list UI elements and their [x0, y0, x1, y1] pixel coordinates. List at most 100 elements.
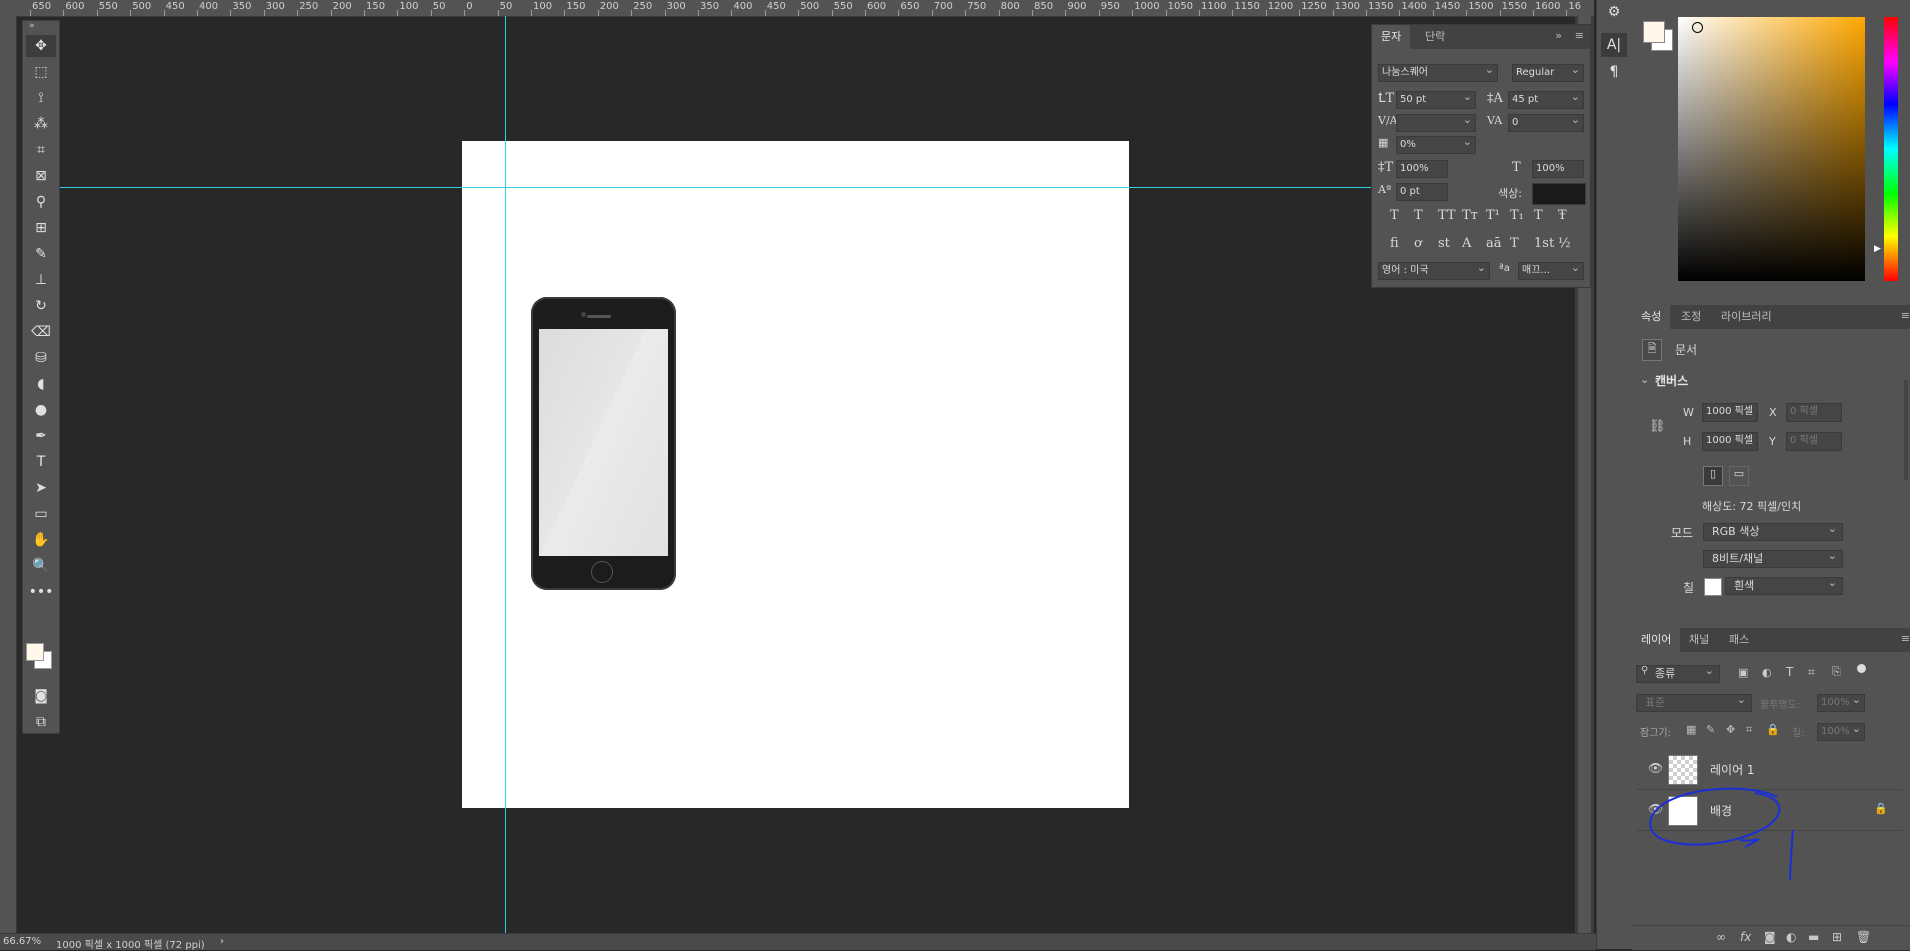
layers-menu-icon[interactable]: ≡ — [1901, 632, 1910, 645]
visibility-eye-icon[interactable]: 👁 — [1648, 761, 1663, 775]
toolbar-foreground-swatch[interactable] — [26, 643, 44, 661]
leading-field[interactable]: 45 pt — [1508, 89, 1584, 109]
fill-select[interactable]: 흰색 — [1725, 575, 1843, 595]
rectangle-tool-icon[interactable]: ▭ — [26, 503, 56, 525]
color-picker-cursor[interactable] — [1692, 22, 1703, 33]
delete-layer-icon[interactable]: 🗑 — [1856, 930, 1871, 944]
layer-fill-field[interactable]: 100% — [1817, 721, 1865, 741]
foreground-color-swatch[interactable] — [1643, 21, 1665, 43]
properties-scrollbar[interactable] — [1904, 380, 1908, 480]
paint-bucket-tool-icon[interactable]: ⛁ — [26, 347, 56, 369]
path-selection-tool-icon[interactable]: ➤ — [26, 477, 56, 499]
horizontal-ruler[interactable]: 650 600 550 500 450 400 350 300 250 200 150 100 50 0 5… — [16, 0, 1594, 17]
filter-toggle[interactable] — [1857, 664, 1866, 673]
pen-tool-icon[interactable]: ✒ — [26, 425, 56, 447]
text-color-swatch[interactable] — [1532, 183, 1586, 205]
vertical-scale-field[interactable]: 100% — [1396, 160, 1448, 178]
font-style-button-6[interactable]: T — [1534, 208, 1543, 223]
canvas-width-field[interactable]: 1000 픽셀 — [1702, 403, 1758, 422]
more-tools-icon[interactable]: ••• — [26, 581, 56, 603]
color-mode-select[interactable]: RGB 색상 — [1703, 521, 1843, 541]
tab-paths[interactable]: 패스 — [1720, 628, 1758, 652]
zoom-level[interactable]: 66.67% — [3, 936, 41, 947]
tab-properties[interactable]: 속성 — [1632, 305, 1671, 329]
crop-tool-icon[interactable]: ⌗ — [26, 139, 56, 161]
tab-layers[interactable]: 레이어 — [1632, 628, 1681, 652]
opentype-button-3[interactable]: A — [1462, 236, 1471, 251]
font-style-button-1[interactable]: T — [1414, 208, 1423, 223]
filter-adjustment-icon[interactable]: ◐ — [1762, 666, 1772, 679]
portrait-orientation-button[interactable]: ▯ — [1703, 466, 1723, 486]
new-group-icon[interactable]: ▬ — [1808, 930, 1819, 944]
tracking-field[interactable]: 0 — [1508, 112, 1584, 132]
link-layers-icon[interactable]: ∞ — [1716, 930, 1726, 944]
lock-artboard-icon[interactable]: ⌗ — [1746, 723, 1752, 737]
tab-adjustments[interactable]: 조정 — [1672, 305, 1710, 329]
stamp-tool-icon[interactable]: ⊥ — [26, 269, 56, 291]
add-mask-icon[interactable]: ◙ — [1764, 930, 1776, 944]
font-size-field[interactable]: 50 pt — [1396, 89, 1476, 109]
tab-channels[interactable]: 채널 — [1680, 628, 1718, 652]
layer-filter-select[interactable]: 종류 — [1636, 663, 1720, 683]
color-picker-field[interactable] — [1678, 17, 1865, 281]
brush-tool-icon[interactable]: ✎ — [26, 243, 56, 265]
filter-pixel-icon[interactable]: ▣ — [1738, 666, 1748, 679]
font-style-button-0[interactable]: T — [1390, 208, 1399, 223]
font-style-button-5[interactable]: T₁ — [1510, 208, 1524, 223]
eraser-tool-icon[interactable]: ⌫ — [26, 321, 56, 343]
new-layer-icon[interactable]: ⊞ — [1832, 930, 1842, 944]
ruler-origin[interactable] — [0, 0, 16, 16]
hue-slider[interactable] — [1884, 17, 1898, 281]
filter-smart-object-icon[interactable]: ⎘ — [1832, 665, 1841, 679]
eyedropper-tool-icon[interactable]: ⚲ — [26, 191, 56, 213]
status-menu-arrow[interactable]: › — [220, 936, 224, 947]
tab-character[interactable]: 문자 — [1372, 25, 1411, 49]
adjustment-layer-icon[interactable]: ◐ — [1786, 930, 1796, 944]
history-brush-tool-icon[interactable]: ↻ — [26, 295, 56, 317]
strip-menu-icon[interactable]: ⚙ — [1601, 0, 1627, 24]
font-style-select[interactable]: Regular — [1512, 62, 1584, 82]
screen-mode-icon[interactable]: ⧉ — [26, 711, 56, 733]
layer-style-icon[interactable]: fx — [1740, 930, 1751, 944]
frame-tool-icon[interactable]: ⊠ — [26, 165, 56, 187]
lock-pixels-icon[interactable]: ✎ — [1706, 723, 1715, 736]
zoom-tool-icon[interactable]: 🔍 — [26, 555, 56, 577]
lock-position-icon[interactable]: ✥ — [1726, 723, 1735, 736]
opentype-button-7[interactable]: ½ — [1558, 236, 1571, 251]
opentype-button-1[interactable]: ơ — [1414, 236, 1422, 251]
canvas-height-field[interactable]: 1000 픽셀 — [1702, 432, 1758, 451]
layer-name[interactable]: 레이어 1 — [1710, 761, 1755, 778]
lasso-tool-icon[interactable]: ⟟ — [26, 87, 56, 109]
blend-mode-select[interactable]: 표준 — [1636, 692, 1752, 712]
type-tool-icon[interactable]: T — [26, 451, 56, 473]
hand-tool-icon[interactable]: ✋ — [26, 529, 56, 551]
font-family-select[interactable]: 나눔스퀘어 — [1378, 62, 1498, 82]
font-style-button-3[interactable]: Tт — [1462, 208, 1478, 223]
lock-transparent-icon[interactable]: ▦ — [1686, 723, 1696, 736]
bit-depth-select[interactable]: 8비트/채널 — [1703, 548, 1843, 568]
canvas-x-field[interactable]: 0 픽셀 — [1786, 403, 1842, 422]
vertical-ruler[interactable] — [0, 16, 17, 933]
opacity-field[interactable]: 100% — [1817, 692, 1865, 712]
horizontal-guide[interactable] — [60, 187, 1372, 188]
filter-shape-icon[interactable]: ⌗ — [1808, 665, 1815, 680]
paragraph-panel-icon[interactable]: ¶ — [1601, 60, 1627, 84]
link-dimensions-icon[interactable]: ⛓ — [1649, 419, 1666, 434]
layer-row-layer1[interactable]: 👁 레이어 1 — [1636, 749, 1902, 790]
tab-paragraph[interactable]: 단락 — [1416, 25, 1454, 49]
font-style-button-7[interactable]: Ŧ — [1558, 208, 1567, 223]
magic-wand-tool-icon[interactable]: ⁂ — [26, 113, 56, 135]
marquee-tool-icon[interactable]: ⬚ — [26, 61, 56, 83]
panel-collapse-icon[interactable]: » — [1555, 29, 1562, 42]
healing-brush-tool-icon[interactable]: ⊞ — [26, 217, 56, 239]
opentype-button-4[interactable]: aā — [1486, 236, 1502, 251]
tsume-field[interactable]: 0% — [1396, 134, 1476, 154]
move-tool-icon[interactable]: ✥ — [26, 35, 56, 57]
kerning-field[interactable] — [1396, 112, 1476, 132]
lock-icon[interactable]: 🔒 — [1874, 802, 1888, 815]
lock-all-icon[interactable]: 🔒 — [1766, 723, 1780, 736]
opentype-button-2[interactable]: st — [1438, 236, 1450, 251]
collapse-canvas-icon[interactable]: ⌄ — [1640, 373, 1649, 386]
antialias-select[interactable]: 매끄... — [1518, 260, 1584, 280]
opentype-button-6[interactable]: 1st — [1534, 236, 1554, 251]
